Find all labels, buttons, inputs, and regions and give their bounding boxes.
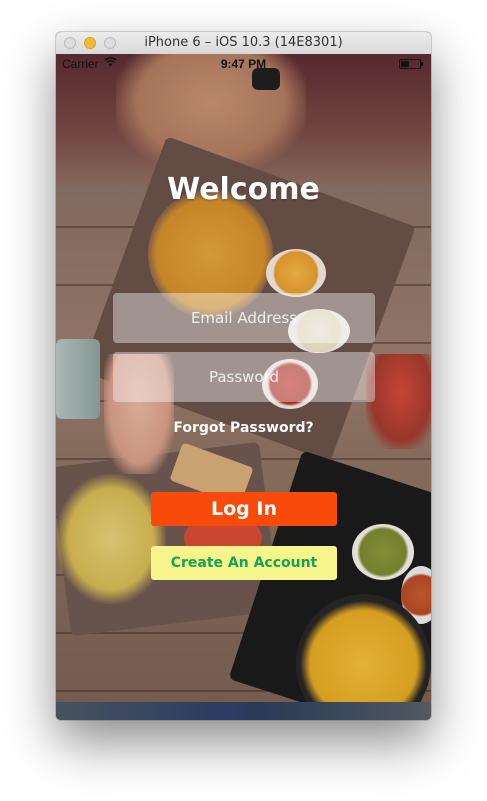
create-account-button[interactable]: Create An Account (151, 546, 337, 580)
status-bar: Carrier 9:47 PM (56, 54, 431, 74)
simulator-window: iPhone 6 – iOS 10.3 (14E8301) Carrier 9:… (56, 32, 431, 720)
iphone-screen: Carrier 9:47 PM Welcome Forgot Password?… (56, 54, 431, 720)
window-title: iPhone 6 – iOS 10.3 (14E8301) (144, 35, 343, 50)
password-field[interactable] (113, 352, 375, 402)
login-button[interactable]: Log In (151, 492, 337, 526)
forgot-password-link[interactable]: Forgot Password? (56, 420, 431, 436)
window-titlebar: iPhone 6 – iOS 10.3 (14E8301) (56, 32, 431, 55)
email-field[interactable] (113, 293, 375, 343)
status-time: 9:47 PM (220, 57, 267, 71)
battery-icon (399, 59, 423, 69)
battery-level (401, 61, 410, 67)
welcome-heading: Welcome (167, 172, 320, 207)
